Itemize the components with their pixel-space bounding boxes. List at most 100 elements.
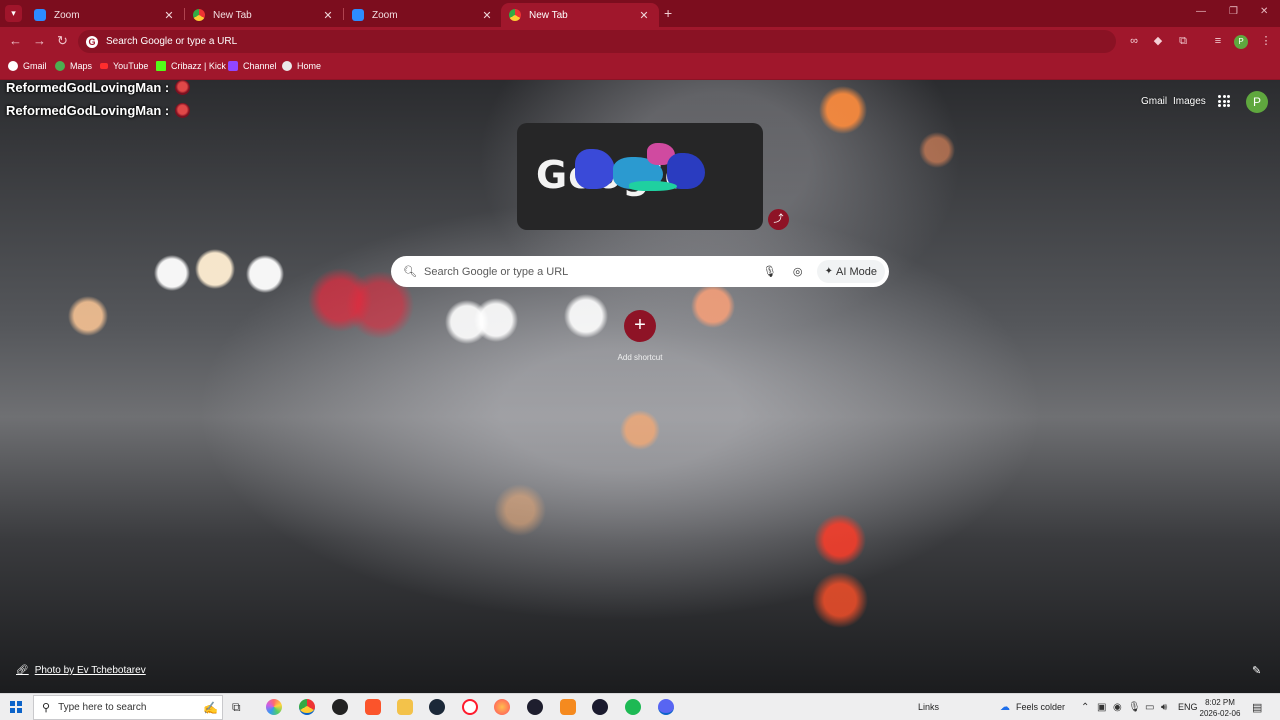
system-clock[interactable]: 8:02 PM 2026-02-06 — [1198, 697, 1242, 719]
tab-title: Zoom — [54, 9, 80, 21]
file-explorer-icon[interactable] — [397, 699, 413, 715]
opera-icon[interactable] — [462, 699, 478, 715]
google-doodle[interactable]: Google — [517, 123, 763, 230]
microphone-icon[interactable]: 🎙︎ — [763, 265, 777, 278]
ai-mode-label: AI Mode — [836, 265, 877, 278]
doodle-figure — [575, 149, 615, 189]
emote-icon — [175, 103, 191, 118]
images-link[interactable]: Images — [1173, 96, 1206, 107]
arrow-app-icon[interactable] — [592, 699, 608, 715]
tray-app-icon[interactable]: ◉ — [1113, 702, 1122, 713]
bookmark-label: Channel — [243, 61, 277, 71]
address-bar-placeholder: Search Google or type a URL — [106, 36, 238, 47]
bookmark-maps[interactable]: Maps — [55, 61, 92, 71]
tab-strip: ▾ Zoom ✕ New Tab ✕ Zoom ✕ New Tab ✕ + — … — [0, 0, 1280, 27]
tab-zoom-1[interactable]: Zoom ✕ — [26, 3, 184, 27]
chrome-icon — [509, 9, 521, 21]
back-icon[interactable]: ← — [9, 34, 22, 48]
vlc-icon[interactable] — [560, 699, 576, 715]
doodle-figure — [629, 181, 677, 191]
ai-search-icon: ✦ — [824, 266, 834, 277]
clock-date: 2026-02-06 — [1199, 709, 1241, 718]
obs-icon[interactable] — [332, 699, 348, 715]
tab-zoom-2[interactable]: Zoom ✕ — [344, 3, 502, 27]
media-player-icon[interactable] — [527, 699, 543, 715]
gmail-link[interactable]: Gmail — [1141, 96, 1167, 107]
tab-title: New Tab — [213, 9, 252, 21]
close-icon[interactable]: ✕ — [480, 9, 494, 22]
restore-icon[interactable]: ❐ — [1229, 6, 1238, 17]
bookmarks-bar: Gmail Maps YouTube Cribazz | Kick Channe… — [0, 56, 1280, 80]
close-icon[interactable]: ✕ — [637, 9, 651, 22]
new-tab-button[interactable]: + — [664, 5, 672, 21]
chat-overlay-line: ReformedGodLovingMan : — [6, 103, 191, 118]
volume-icon[interactable]: 🔊︎ — [1161, 702, 1167, 713]
search-input[interactable]: Search Google or type a URL — [424, 266, 763, 278]
network-icon[interactable]: ▭ — [1145, 702, 1154, 713]
microphone-icon[interactable]: 🎙︎ — [1128, 702, 1141, 713]
kebab-menu-icon[interactable]: ⋮ — [1259, 34, 1273, 48]
bookmark-gmail[interactable]: Gmail — [8, 61, 47, 71]
twitch-icon — [228, 61, 238, 71]
taskbar-search-box[interactable]: ⚲ Type here to search ✍ — [33, 695, 223, 720]
tray-app-icon[interactable]: ▣ — [1097, 702, 1106, 713]
apps-grid-icon[interactable] — [1218, 95, 1230, 107]
incognito-icon[interactable]: ∞ — [1127, 34, 1141, 48]
bookmark-channel[interactable]: Channel — [228, 61, 277, 71]
customize-pencil-icon[interactable]: ✎ — [1252, 664, 1261, 677]
tab-search-button[interactable]: ▾ — [5, 5, 22, 22]
weather-text[interactable]: Feels colder — [1016, 702, 1065, 712]
windows-taskbar: ⚲ Type here to search ✍ ⧉ Links ☁ Feels … — [0, 693, 1280, 720]
profile-avatar-large[interactable]: P — [1246, 91, 1268, 113]
bookmark-youtube[interactable]: YouTube — [100, 61, 148, 71]
weather-icon[interactable]: ☁ — [1000, 702, 1010, 713]
tab-new-tab-1[interactable]: New Tab ✕ — [185, 3, 343, 27]
steam-icon[interactable] — [429, 699, 445, 715]
bookmark-kick[interactable]: Cribazz | Kick — [156, 61, 226, 71]
firefox-icon[interactable] — [494, 699, 510, 715]
browser-toolbar: ← → ↻ G Search Google or type a URL — [0, 27, 1280, 56]
chat-overlay-line: ReformedGodLovingMan : — [6, 80, 191, 95]
close-icon[interactable]: ✕ — [162, 9, 176, 22]
notifications-icon[interactable]: ▤ — [1252, 701, 1262, 714]
extension-gem-icon[interactable]: ◆ — [1151, 34, 1165, 48]
copilot-icon[interactable] — [266, 699, 282, 715]
add-shortcut-label: Add shortcut — [617, 353, 663, 362]
share-icon[interactable]: ⤴ — [768, 209, 789, 230]
extensions-puzzle-icon[interactable]: ⧉ — [1176, 34, 1190, 48]
tab-new-tab-active[interactable]: New Tab ✕ — [501, 3, 659, 27]
photo-credit-link[interactable]: 🔗︎ Photo by Ev Tchebotarev — [16, 665, 146, 676]
emote-icon — [175, 80, 191, 95]
minimize-icon[interactable]: — — [1196, 6, 1206, 17]
chrome-icon — [282, 61, 292, 71]
reload-icon[interactable]: ↻ — [57, 34, 68, 48]
language-indicator[interactable]: ENG — [1178, 702, 1198, 712]
ntp-search-box[interactable]: 🔍︎ Search Google or type a URL 🎙︎ ◎ ✦ AI… — [391, 256, 889, 287]
chrome-taskbar-icon[interactable] — [299, 699, 315, 715]
tab-title: Zoom — [372, 9, 398, 21]
close-icon[interactable]: ✕ — [321, 9, 335, 22]
google-icon: G — [86, 35, 98, 48]
address-bar[interactable]: G Search Google or type a URL — [78, 30, 1116, 53]
google-lens-icon[interactable]: ◎ — [791, 265, 805, 278]
brave-icon[interactable] — [365, 699, 381, 715]
windows-start-icon[interactable] — [10, 701, 22, 713]
chrome-icon — [193, 9, 205, 21]
profile-avatar[interactable]: P — [1234, 35, 1248, 49]
links-toolbar[interactable]: Links — [918, 702, 939, 712]
task-view-icon[interactable]: ⧉ — [232, 699, 248, 715]
tab-title: New Tab — [529, 9, 568, 21]
add-shortcut-button[interactable]: + — [624, 310, 656, 342]
tray-chevron-up-icon[interactable]: ⌃ — [1081, 702, 1089, 713]
ai-mode-button[interactable]: ✦ AI Mode — [816, 260, 885, 283]
media-controls-icon[interactable]: ≡ — [1211, 34, 1225, 48]
forward-icon[interactable]: → — [33, 34, 46, 48]
new-tab-page: ReformedGodLovingMan : ReformedGodLoving… — [0, 80, 1280, 693]
discord-icon[interactable] — [658, 699, 674, 715]
chat-username: ReformedGodLovingMan : — [6, 80, 170, 95]
bookmark-home[interactable]: Home — [282, 61, 321, 71]
spotify-icon[interactable] — [625, 699, 641, 715]
google-icon — [8, 61, 18, 71]
window-close-icon[interactable]: ✕ — [1260, 6, 1268, 17]
zoom-icon — [34, 9, 46, 21]
